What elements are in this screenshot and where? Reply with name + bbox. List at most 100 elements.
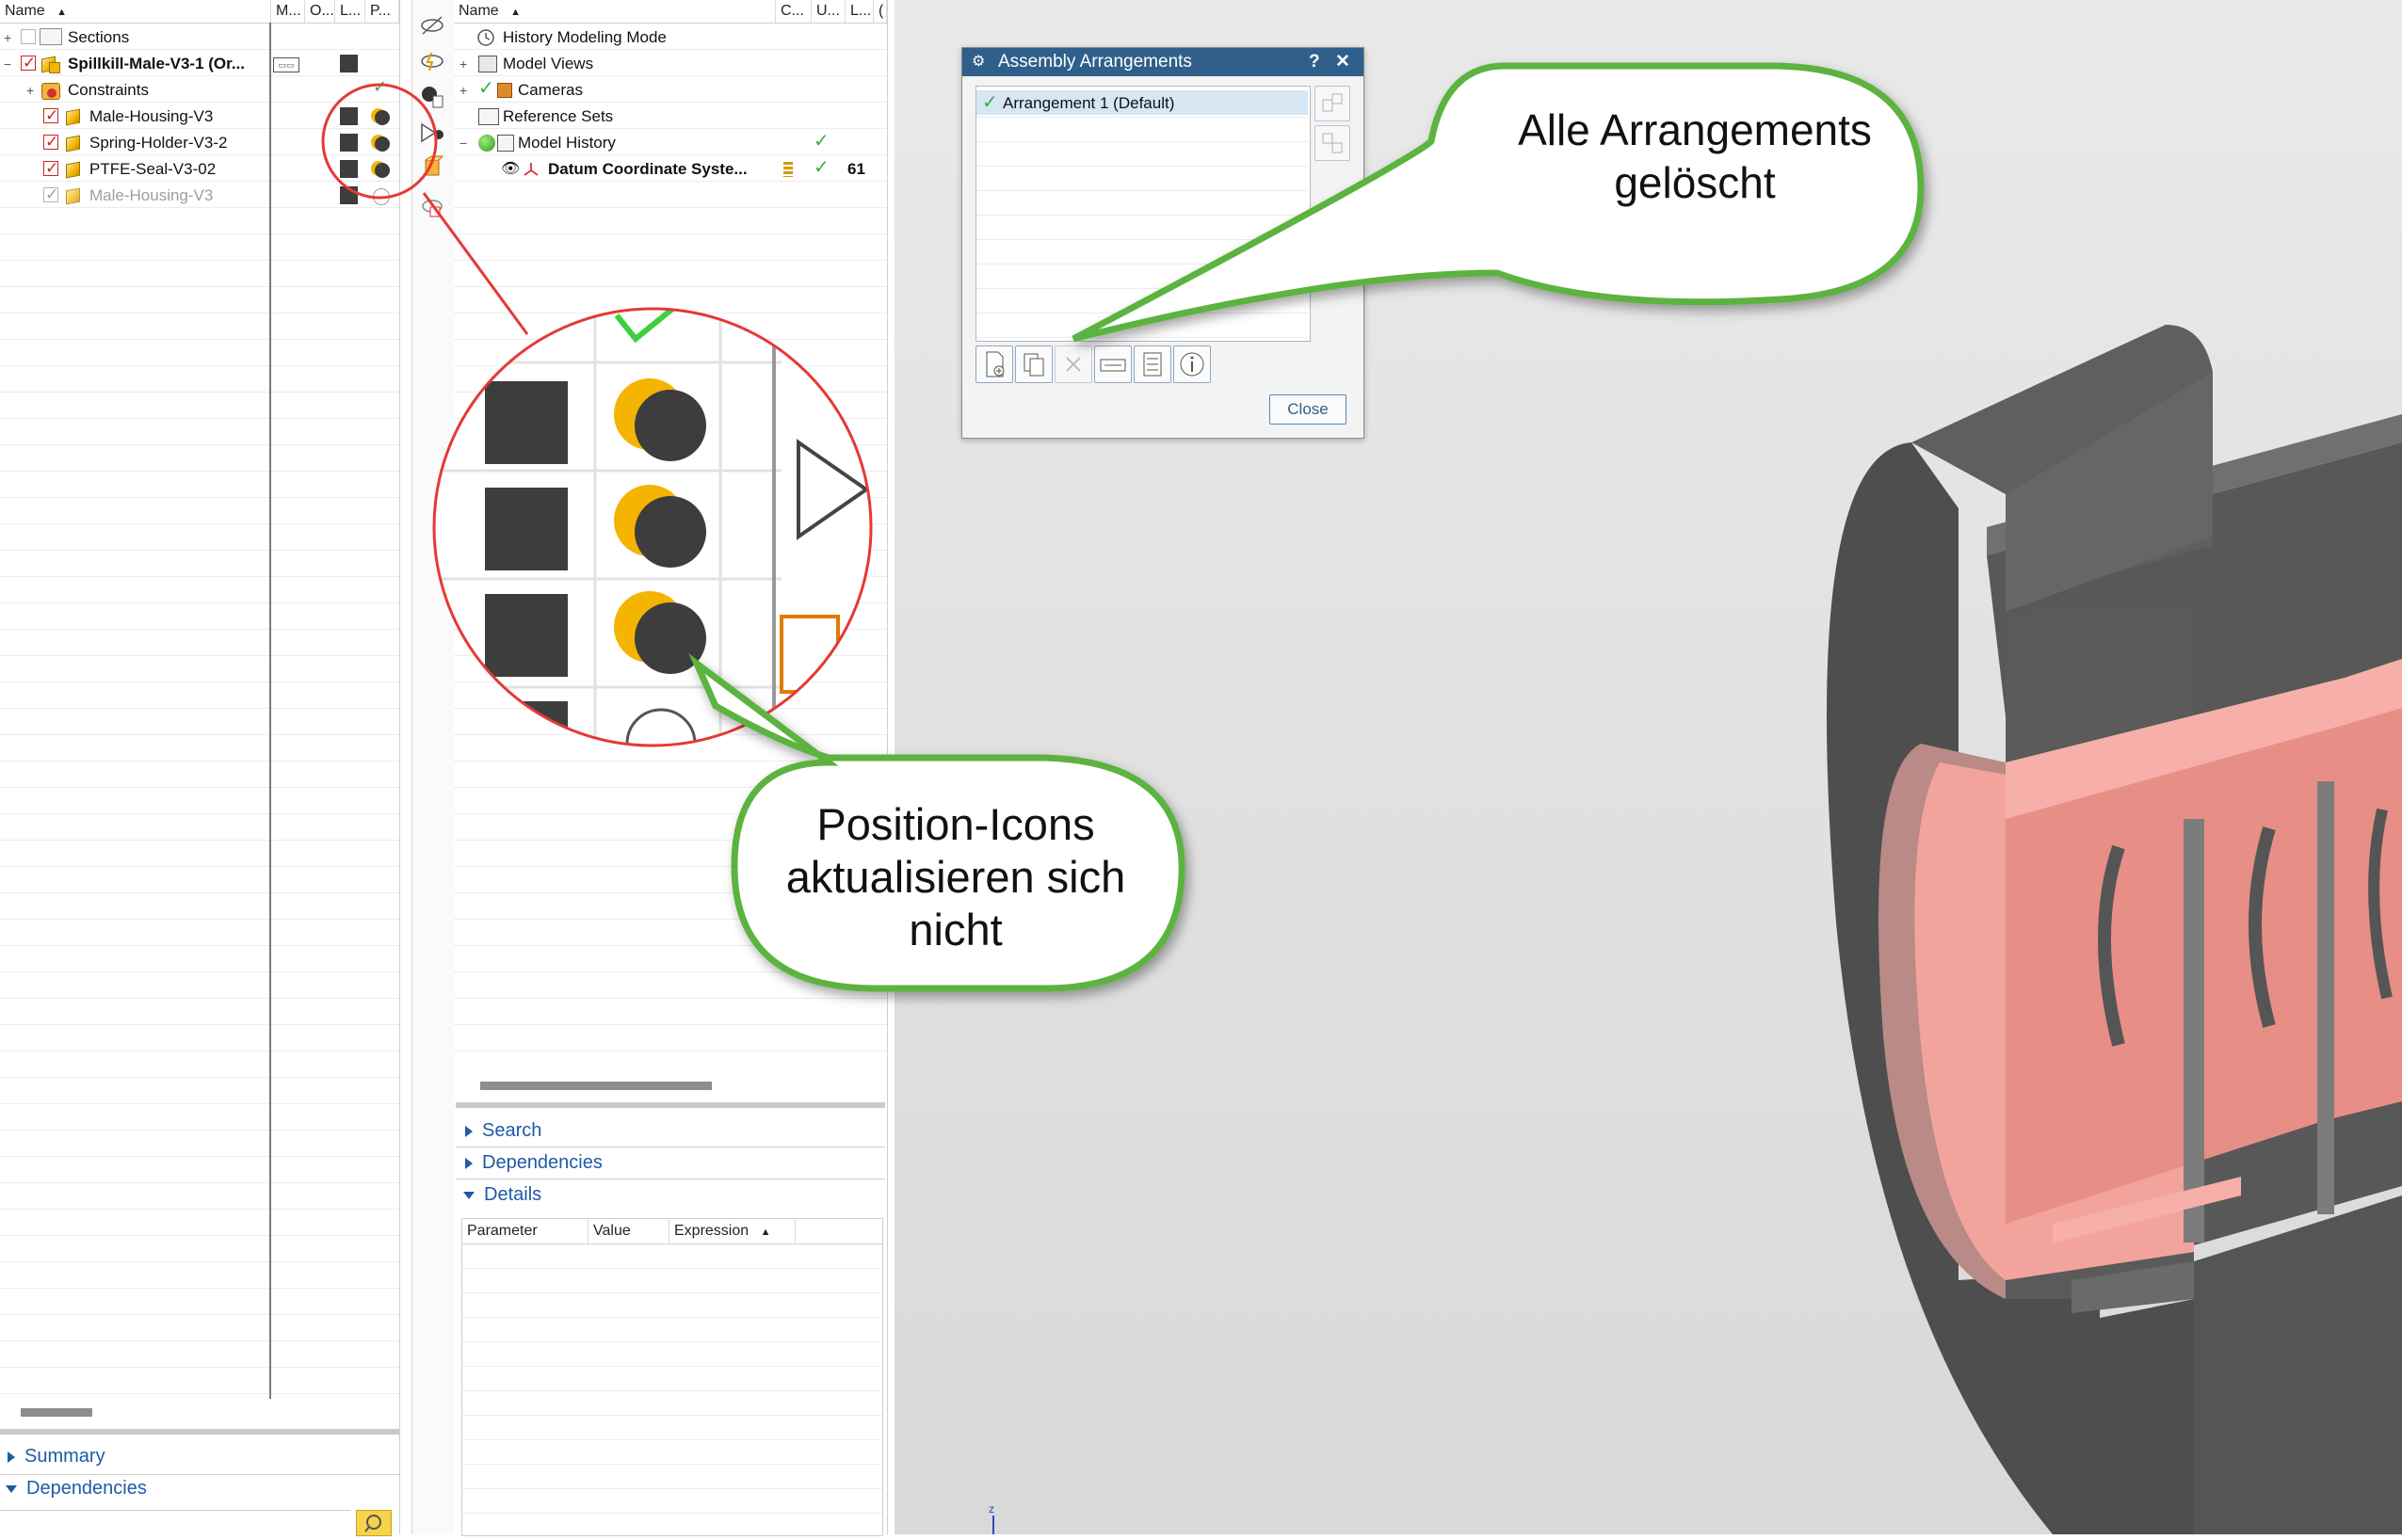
reuse-library-icon[interactable] [418,192,446,220]
search-button[interactable] [356,1510,392,1536]
column-header-l[interactable]: L... [335,0,365,23]
tree-row-spring-holder[interactable]: ✓ Spring-Holder-V3-2 [0,130,399,156]
grid-line [0,1288,399,1289]
tree-row-history-mode[interactable]: History Modeling Mode [454,24,887,51]
column-header-u[interactable]: U... [812,0,846,23]
column-header-value[interactable]: Value [588,1219,669,1243]
grid-line [0,1024,399,1025]
horizontal-scrollbar-thumb[interactable] [480,1082,712,1090]
collapse-icon[interactable]: − [459,130,467,156]
help-button[interactable]: ? [1309,48,1320,76]
expand-arrow-icon [8,1451,15,1463]
tree-row-cameras[interactable]: + ✓ Cameras [454,77,887,104]
grid-line [454,629,887,630]
shaft-lower [2194,1195,2402,1534]
column-header-o[interactable]: O... [305,0,335,23]
grid-line [454,233,887,234]
close-button[interactable]: Close [1269,394,1346,425]
layer-square-icon [340,134,358,152]
information-button[interactable] [1173,345,1211,383]
column-header-name[interactable]: Name ▲ [0,0,271,23]
column-header-extra[interactable]: ( [874,0,887,23]
component-icon [66,161,80,179]
expand-icon[interactable]: + [459,77,467,104]
grid-line [454,392,887,393]
column-header-l[interactable]: L... [846,0,874,23]
hidden-view-icon[interactable] [418,11,446,40]
panel-splitter[interactable] [456,1102,885,1108]
hidden-lightning-icon[interactable] [418,47,446,75]
tree-row-model-history[interactable]: − Model History ✓ [454,130,887,156]
gear-icon: ⚙ [972,54,986,70]
horizontal-scrollbar-thumb[interactable] [21,1408,92,1417]
arrangement-item-selected[interactable]: ✓ Arrangement 1 (Default) [976,90,1308,115]
column-header-c[interactable]: C... [776,0,812,23]
arrangement-list[interactable]: ✓ Arrangement 1 (Default) [975,86,1311,342]
clock-icon [477,29,494,46]
dependencies-search-field[interactable] [0,1510,350,1535]
rename-arrangement-button[interactable] [1094,345,1132,383]
tree-row-constraints[interactable]: + Constraints ✓ [0,77,399,104]
tree-row-ptfe-seal[interactable]: ✓ PTFE-Seal-V3-02 [0,156,399,183]
tree-row-male-housing-suppressed[interactable]: ✓ Male-Housing-V3 [0,183,399,209]
column-header-parameter[interactable]: Parameter [462,1219,588,1243]
column-header-expression[interactable]: Expression ▲ [669,1219,796,1243]
copy-arrangement-button[interactable] [1015,345,1053,383]
summary-section-header[interactable]: Summary [8,1446,105,1468]
grid-line [454,523,887,524]
arrangement-expand-icon [1322,93,1343,112]
grid-line [976,117,1308,118]
layer-square-icon [340,160,358,178]
expand-arrangement-button[interactable] [1314,86,1350,121]
assembly-navigator: Name ▲ M... O... L... P... + Sections − … [0,0,400,1536]
assembly-navigator-icon[interactable] [418,83,446,111]
grid-line [462,1317,882,1318]
tree-row-model-views[interactable]: + Model Views [454,51,887,77]
close-x-button[interactable]: ✕ [1335,48,1350,76]
delete-arrangement-button[interactable] [1055,345,1092,383]
dependencies-section-header[interactable]: Dependencies [6,1478,147,1500]
grid-line [0,840,399,841]
visibility-eye-icon[interactable]: 👁 [501,156,520,183]
position-icon [371,135,390,152]
dialog-titlebar[interactable]: ⚙ Assembly Arrangements ? ✕ [962,48,1363,76]
grid-line [0,602,399,603]
constraint-navigator-icon[interactable] [418,119,446,147]
visibility-checkbox[interactable] [21,29,36,44]
details-section-header[interactable]: Details [463,1184,541,1206]
grid-line [976,166,1308,167]
expand-icon[interactable]: + [26,77,34,104]
grid-line [454,602,887,603]
layer-square-icon [340,186,358,204]
column-header-m[interactable]: M... [271,0,305,23]
tree-row-sections[interactable]: + Sections [0,24,399,51]
column-header-name[interactable]: Name ▲ [454,0,776,23]
grid-line [462,1341,882,1342]
tree-label: Male-Housing-V3 [89,186,214,204]
new-arrangement-button[interactable] [975,345,1013,383]
column-header-p[interactable]: P... [365,0,399,23]
part-navigator-icon[interactable] [418,154,446,183]
grid-line [454,1024,887,1025]
search-section-header[interactable]: Search [465,1120,541,1142]
panel-splitter[interactable] [0,1429,399,1435]
grid-line [454,497,887,498]
details-table: Parameter Value Expression ▲ [461,1218,883,1536]
assembly-icon-sub [49,62,60,73]
info-icon [1180,352,1204,377]
collapse-icon[interactable]: − [4,51,11,77]
tree-row-reference-sets[interactable]: Reference Sets [454,104,887,130]
tree-row-male-housing[interactable]: ✓ Male-Housing-V3 [0,104,399,130]
grid-line [0,1314,399,1315]
grid-line [976,288,1308,289]
search-icon [364,1515,381,1532]
grid-line [454,655,887,656]
dependencies-section-header[interactable]: Dependencies [465,1152,603,1174]
expand-icon[interactable]: + [459,51,467,77]
sort-ascending-icon: ▲ [56,7,68,18]
tree-row-root-assembly[interactable]: − ✓ Spillkill-Male-V3-1 (Or... ▭▭ [0,51,399,77]
arrangement-properties-button[interactable] [1134,345,1171,383]
collapse-arrangement-button[interactable] [1314,125,1350,161]
tree-row-datum-csys[interactable]: 👁 Datum Coordinate Syste... ✓ 61 [454,156,887,183]
expand-icon[interactable]: + [4,24,11,51]
